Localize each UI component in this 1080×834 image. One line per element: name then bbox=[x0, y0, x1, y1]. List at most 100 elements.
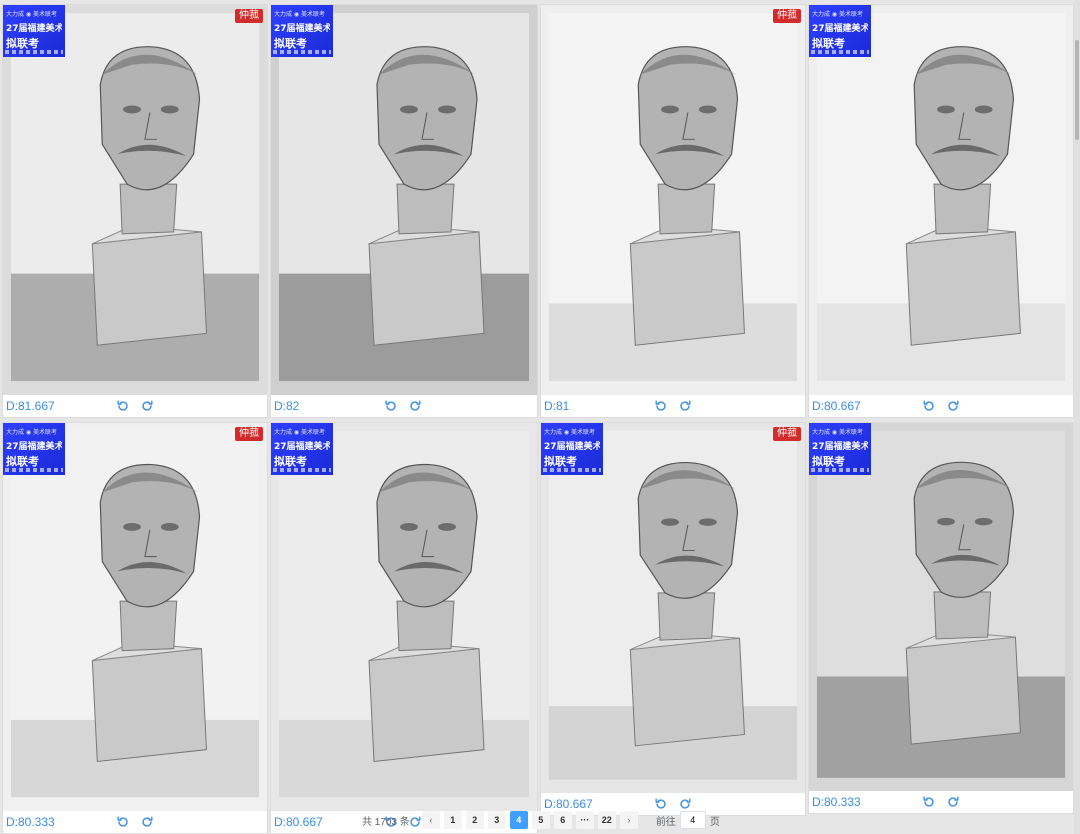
bust-sketch bbox=[809, 423, 1073, 791]
card-footer: D:81.667 bbox=[3, 395, 267, 417]
goto-label: 前往 bbox=[655, 816, 676, 828]
exam-stamp: 大力成 ◉ 美术联考 27届福建美术高拟联考 bbox=[271, 423, 333, 475]
page-button[interactable]: 22 bbox=[597, 811, 616, 829]
artwork-card[interactable]: 大力成 ◉ 美术联考 27届福建美术高拟联考 仲菰 D:81.667 bbox=[2, 4, 268, 418]
rotate-ccw-icon[interactable] bbox=[654, 797, 668, 811]
sketch-image[interactable] bbox=[271, 5, 537, 395]
reviewer-tag: 仲菰 bbox=[773, 427, 801, 441]
goto-page: 前往 页 bbox=[656, 811, 720, 829]
rotate-cw-icon[interactable] bbox=[678, 797, 692, 811]
bust-sketch bbox=[541, 423, 805, 793]
artwork-card[interactable]: 大力成 ◉ 美术联考 27届福建美术高拟联考 D:80.333 bbox=[808, 422, 1074, 814]
stamp-line2: 27届福建美术高 bbox=[812, 24, 868, 34]
page-button[interactable]: 1 bbox=[443, 811, 462, 829]
rotate-cw-icon[interactable] bbox=[408, 399, 422, 413]
sketch-image[interactable] bbox=[809, 5, 1073, 395]
score-label: D:81.667 bbox=[6, 399, 55, 413]
sketch-image[interactable] bbox=[541, 423, 805, 793]
stamp-line2: 27届福建美术高 bbox=[812, 442, 868, 452]
next-page-button[interactable]: › bbox=[619, 811, 638, 829]
artwork-card[interactable]: 大力成 ◉ 美术联考 27届福建美术高拟联考 D:82 bbox=[270, 4, 538, 418]
sketch-image[interactable] bbox=[809, 423, 1073, 791]
sketch-image[interactable] bbox=[3, 5, 267, 395]
page-button[interactable]: 2 bbox=[465, 811, 484, 829]
stamp-wave bbox=[543, 468, 601, 472]
artwork-card[interactable]: 大力成 ◉ 美术联考 27届福建美术高拟联考 仲菰 D:80.667 bbox=[540, 422, 806, 816]
stamp-line2: 27届福建美术高 bbox=[6, 24, 62, 34]
pagination: 共 1703 条 ‹ 1 2 3 4 5 6 ··· 22 › 前往 页 bbox=[362, 810, 720, 830]
score-label: D:80.333 bbox=[6, 815, 55, 829]
bust-sketch bbox=[3, 5, 267, 395]
reviewer-tag: 仲菰 bbox=[773, 9, 801, 23]
reviewer-tag: 仲菰 bbox=[235, 9, 263, 23]
rotate-ccw-icon[interactable] bbox=[116, 399, 130, 413]
page-button-current[interactable]: 4 bbox=[509, 811, 528, 829]
score-label: D:80.333 bbox=[812, 795, 861, 809]
artwork-card[interactable]: 仲菰 D:81 bbox=[540, 4, 806, 418]
stamp-line3: 拟联考 bbox=[6, 455, 39, 468]
stamp-wave bbox=[811, 50, 869, 54]
bust-sketch bbox=[809, 5, 1073, 395]
stamp-wave bbox=[273, 50, 331, 54]
rotate-cw-icon[interactable] bbox=[946, 795, 960, 809]
stamp-line2: 27届福建美术高 bbox=[274, 24, 330, 34]
stamp-line1: 大力成 ◉ 美术联考 bbox=[274, 429, 326, 436]
sketch-image[interactable] bbox=[541, 5, 805, 395]
sketch-image[interactable] bbox=[271, 423, 537, 811]
bust-sketch bbox=[271, 5, 537, 395]
stamp-line1: 大力成 ◉ 美术联考 bbox=[274, 11, 326, 18]
rotate-cw-icon[interactable] bbox=[678, 399, 692, 413]
goto-page-input[interactable] bbox=[679, 811, 706, 829]
stamp-line1: 大力成 ◉ 美术联考 bbox=[544, 429, 596, 436]
prev-page-button[interactable]: ‹ bbox=[421, 811, 440, 829]
exam-stamp: 大力成 ◉ 美术联考 27届福建美术高拟联考 bbox=[3, 423, 65, 475]
page-button[interactable]: 3 bbox=[487, 811, 506, 829]
bust-sketch bbox=[541, 5, 805, 395]
rotate-ccw-icon[interactable] bbox=[384, 399, 398, 413]
stamp-line3: 拟联考 bbox=[812, 455, 845, 468]
rotate-cw-icon[interactable] bbox=[140, 399, 154, 413]
rotate-ccw-icon[interactable] bbox=[922, 795, 936, 809]
bust-sketch bbox=[271, 423, 537, 811]
stamp-line1: 大力成 ◉ 美术联考 bbox=[6, 11, 58, 18]
total-count: 共 1703 条 bbox=[362, 816, 410, 828]
rotate-cw-icon[interactable] bbox=[946, 399, 960, 413]
page-ellipsis[interactable]: ··· bbox=[575, 811, 594, 829]
page-button[interactable]: 5 bbox=[531, 811, 550, 829]
goto-suffix: 页 bbox=[709, 816, 720, 828]
stamp-line3: 拟联考 bbox=[274, 37, 307, 50]
score-label: D:80.667 bbox=[544, 797, 593, 811]
exam-stamp: 大力成 ◉ 美术联考 27届福建美术高拟联考 bbox=[809, 423, 871, 475]
card-footer: D:80.333 bbox=[3, 811, 267, 833]
scrollbar-thumb[interactable] bbox=[1075, 40, 1079, 140]
stamp-line1: 大力成 ◉ 美术联考 bbox=[6, 429, 58, 436]
stamp-line3: 拟联考 bbox=[544, 455, 577, 468]
exam-stamp: 大力成 ◉ 美术联考 27届福建美术高拟联考 bbox=[809, 5, 871, 57]
page-button[interactable]: 6 bbox=[553, 811, 572, 829]
score-label: D:80.667 bbox=[812, 399, 861, 413]
stamp-line3: 拟联考 bbox=[6, 37, 39, 50]
stamp-line3: 拟联考 bbox=[812, 37, 845, 50]
rotate-cw-icon[interactable] bbox=[140, 815, 154, 829]
artwork-card[interactable]: 大力成 ◉ 美术联考 27届福建美术高拟联考 D:80.667 bbox=[808, 4, 1074, 418]
stamp-wave bbox=[5, 50, 63, 54]
exam-stamp: 大力成 ◉ 美术联考 27届福建美术高拟联考 bbox=[541, 423, 603, 475]
rotate-ccw-icon[interactable] bbox=[116, 815, 130, 829]
artwork-card[interactable]: 大力成 ◉ 美术联考 27届福建美术高拟联考 仲菰 D:80.333 bbox=[2, 422, 268, 834]
artwork-card[interactable]: 大力成 ◉ 美术联考27届福建美术高拟联考 D:80.667 bbox=[270, 422, 538, 834]
scrollbar[interactable] bbox=[1074, 0, 1080, 834]
stamp-wave bbox=[811, 468, 869, 472]
exam-stamp: 大力成 ◉ 美术联考 27届福建美术高拟联考 bbox=[271, 5, 333, 57]
score-label: D:81 bbox=[544, 399, 570, 413]
card-footer: D:80.333 bbox=[809, 791, 1073, 813]
card-footer: D:80.667 bbox=[809, 395, 1073, 417]
stamp-line1: 大力成 ◉ 美术联考 bbox=[812, 11, 864, 18]
sketch-image[interactable] bbox=[3, 423, 267, 811]
stamp-wave bbox=[273, 468, 331, 472]
stamp-line2: 27届福建美术高 bbox=[6, 442, 62, 452]
score-label: D:82 bbox=[274, 399, 300, 413]
rotate-ccw-icon[interactable] bbox=[654, 399, 668, 413]
card-footer: D:81 bbox=[541, 395, 805, 417]
card-footer: D:82 bbox=[271, 395, 537, 417]
rotate-ccw-icon[interactable] bbox=[922, 399, 936, 413]
